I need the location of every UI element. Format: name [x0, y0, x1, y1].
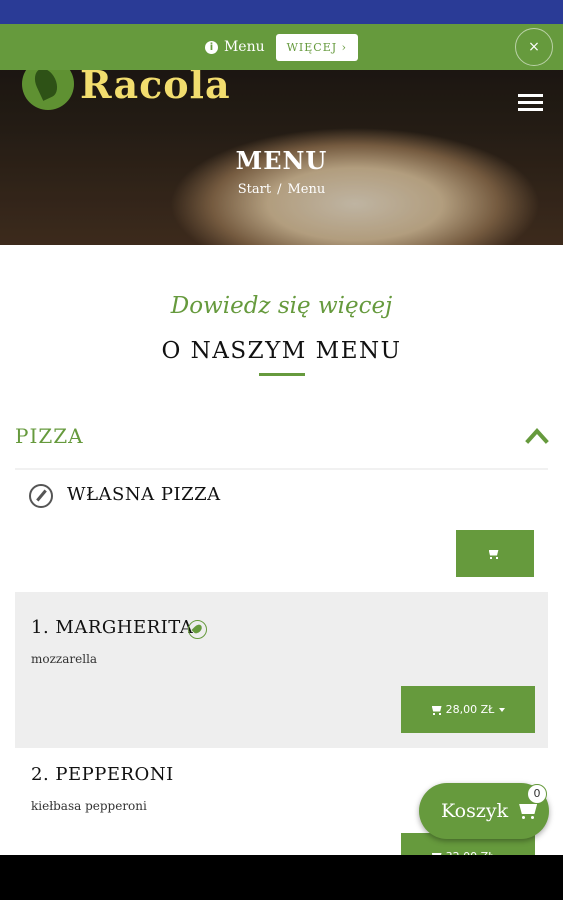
shopping-cart-icon [518, 803, 538, 819]
page-title: MENU [235, 146, 328, 175]
pencil-icon [29, 484, 53, 508]
intro-subtitle: Dowiedz się więcej [170, 293, 393, 319]
info-icon: i [204, 40, 218, 54]
cart-count-badge: 0 [527, 784, 547, 804]
menu-item-margherita: 1. MARGHERITA mozzarella 28,00 ZŁ [15, 592, 548, 748]
intro-title: O NASZYM MENU [161, 338, 402, 364]
cart-icon [488, 550, 499, 559]
close-notice-button[interactable]: × [515, 28, 553, 66]
breadcrumb-separator: / [277, 182, 282, 197]
category-title[interactable]: PIZZA [15, 424, 84, 448]
cart-label: Koszyk [441, 800, 509, 822]
notice-bar: i Menu WIĘCEJ › × [0, 24, 563, 70]
chevron-up-icon[interactable] [525, 426, 549, 444]
item-title: 2. PEPPERONI [31, 764, 174, 785]
breadcrumb-current: Menu [287, 182, 326, 197]
system-navigation-bar [0, 855, 563, 900]
breadcrumb: Start / Menu [0, 182, 563, 197]
item-title: 1. MARGHERITA [31, 617, 194, 638]
add-to-cart-button[interactable] [456, 530, 534, 577]
hamburger-menu-icon[interactable] [518, 94, 543, 112]
item-title: WŁASNA PIZZA [67, 484, 221, 505]
item-price: 28,00 ZŁ [445, 703, 495, 716]
vegetarian-leaf-icon [188, 620, 207, 639]
notice-label: Menu [223, 39, 265, 55]
cart-icon [431, 706, 442, 715]
caret-down-icon [499, 707, 506, 712]
breadcrumb-start-link[interactable]: Start [238, 182, 271, 197]
item-description: mozzarella [31, 652, 98, 666]
add-to-cart-price-button[interactable]: 28,00 ZŁ [401, 686, 535, 733]
status-bar [0, 0, 563, 24]
more-button[interactable]: WIĘCEJ › [275, 33, 359, 61]
title-underline [259, 373, 305, 376]
menu-item-custom-pizza: WŁASNA PIZZA [15, 470, 548, 590]
item-description: kiełbasa pepperoni [31, 799, 147, 813]
